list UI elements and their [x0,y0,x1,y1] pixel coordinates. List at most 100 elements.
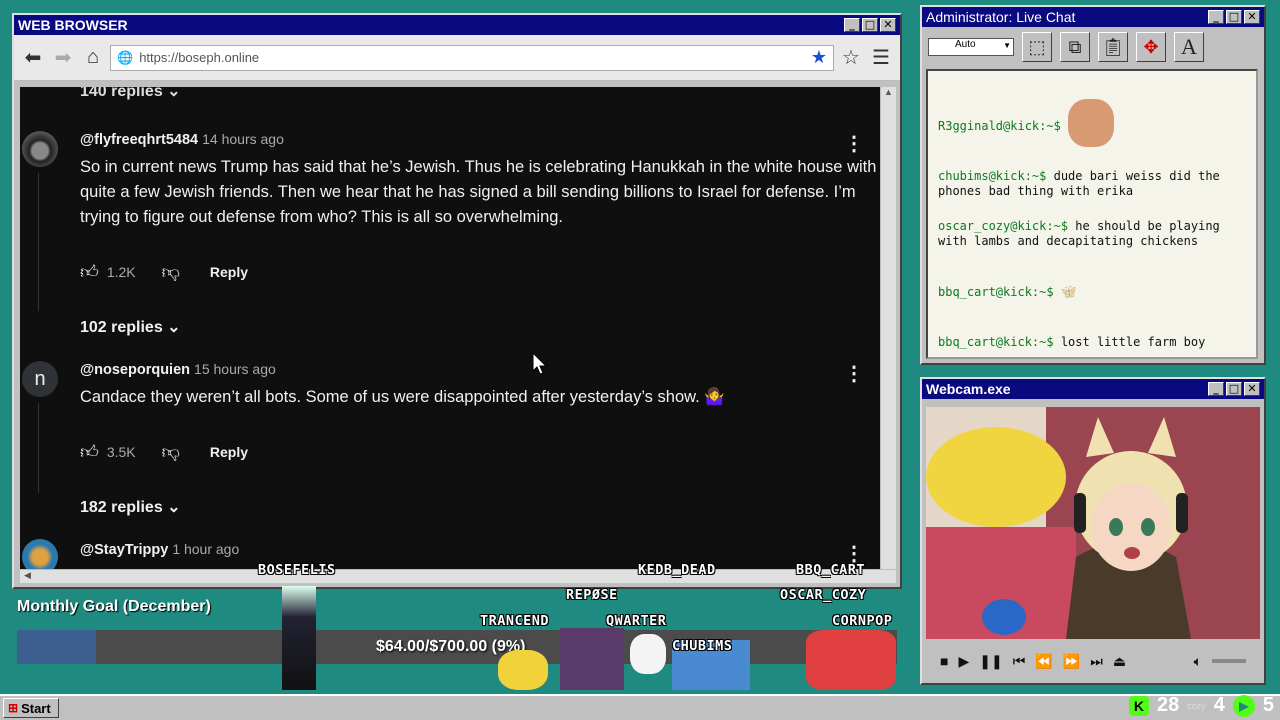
comment-text: So in current news Trump has said that h… [80,158,877,226]
play-icon[interactable]: ▶ [958,653,969,670]
play-logo-icon: ▶ [1232,694,1255,717]
minimize-button[interactable]: _ [1208,10,1224,24]
chat-text: lost little farm boy [1060,335,1206,349]
close-button[interactable]: ✕ [1244,10,1260,24]
avatar[interactable] [22,539,58,571]
vertical-scrollbar[interactable]: ▲ [880,87,896,571]
reply-button[interactable]: Reply [210,264,248,280]
back-arrow-icon[interactable]: ⬅ [20,45,46,71]
chat-log: R3gginald@kick:~$ chubims@kick:~$ dude b… [926,69,1258,359]
globe-icon: 🌐 [117,49,134,65]
scroll-left-icon[interactable]: ◀ [20,570,31,580]
stop-icon[interactable]: ■ [940,653,948,669]
reply-button[interactable]: Reply [210,444,248,460]
viewer-name: CHUBIMS [672,638,733,654]
more-options-icon[interactable]: ⋮ [844,361,864,386]
viewer-sprite [498,650,548,690]
browser-toolbar: ⬅ ➡ ⌂ 🌐 https://boseph.online ★ ☆ ☰ [14,35,900,81]
viewer-name: OSCAR_COZY [780,587,867,603]
start-button[interactable]: ⊞ Start [3,698,59,718]
viewer-name: BBQ_CART [796,562,866,578]
chat-titlebar[interactable]: Administrator: Live Chat _ □ ✕ [922,7,1264,27]
rewind-icon[interactable]: ⏪ [1035,653,1052,670]
comment-time: 14 hours ago [202,131,284,147]
kick-logo-icon: K [1128,695,1149,716]
replies-toggle[interactable]: 182 replies ⌄ [80,497,181,517]
like-count: 3.5K [106,444,136,460]
chat-toolbar: Auto ▼ ⬚ ⧉ 📋︎ ✥ A [922,27,1264,67]
like-icon[interactable]: 👍︎ [80,441,99,463]
menu-icon[interactable]: ☰ [868,45,894,71]
font-size-select[interactable]: Auto ▼ [928,38,1014,56]
comment-time: 1 hour ago [172,541,240,557]
eject-icon[interactable]: ⏏ [1113,653,1126,670]
comment-author[interactable]: @noseporquien 15 hours ago [80,361,276,378]
address-bar[interactable]: 🌐 https://boseph.online ★ [110,44,834,71]
copy-icon[interactable]: ⧉ [1060,32,1090,62]
browser-titlebar[interactable]: WEB BROWSER _ □ ✕ [14,15,900,35]
taskbar: ⊞ Start K 28 cozy 4 ▶ 5 [0,694,1280,720]
avatar[interactable] [22,131,58,167]
pause-icon[interactable]: ❚❚ [979,653,1002,670]
volume-icon[interactable]: 🔈︎ [1194,653,1202,670]
webcam-window: Webcam.exe _ □ ✕ ■ ▶ ❚❚ ⏮ ⏪ ⏩ ⏭ ⏏ 🔈︎ [920,377,1266,685]
replies-toggle[interactable]: 102 replies ⌄ [80,317,181,337]
skip-back-icon[interactable]: ⏮ [1013,653,1026,670]
chat-message: chubims@kick:~$ dude bari weiss did the … [938,169,1238,199]
chat-message: bbq_cart@kick:~$ 🦋︎ [938,285,1238,300]
dislike-icon[interactable]: 👎︎ [162,441,180,463]
viewer-name: CORNPOP [832,613,893,629]
skip-forward-icon[interactable]: ⏭ [1090,653,1103,670]
browser-window: WEB BROWSER _ □ ✕ ⬅ ➡ ⌂ 🌐 https://boseph… [12,13,902,589]
close-button[interactable]: ✕ [880,18,896,32]
comment-text: Candace they weren’t all bots. Some of u… [80,388,725,406]
thread-line [38,173,39,311]
chat-title: Administrator: Live Chat [926,9,1076,25]
goal-amount: $64.00/$700.00 (9%) [376,638,526,655]
maximize-button[interactable]: □ [862,18,878,32]
select-region-icon[interactable]: ⬚ [1022,32,1052,62]
paste-icon[interactable]: 📋︎ [1098,32,1128,62]
comment-author[interactable]: @flyfreeqhrt5484 14 hours ago [80,131,284,148]
forward-arrow-icon[interactable]: ➡ [50,45,76,71]
chat-message: oscar_cozy@kick:~$ he should be playing … [938,219,1238,249]
webcam-title: Webcam.exe [926,381,1011,397]
minimize-button[interactable]: _ [1208,382,1224,396]
favorites-star-icon[interactable]: ☆ [838,45,864,71]
bookmark-star-icon[interactable]: ★ [811,47,827,68]
comment-actions: 👍︎ 1.2K 👎︎ Reply [80,261,248,283]
more-options-icon[interactable]: ⋮ [844,131,864,156]
close-button[interactable]: ✕ [1244,382,1260,396]
comment-time: 15 hours ago [194,361,276,377]
fast-forward-icon[interactable]: ⏩ [1063,653,1080,670]
font-icon[interactable]: A [1174,32,1204,62]
webcam-titlebar[interactable]: Webcam.exe _ □ ✕ [922,379,1264,399]
viewer-sprite [630,634,666,674]
like-icon[interactable]: 👍︎ [80,261,99,283]
chat-user: R3gginald@kick:~$ [938,119,1061,133]
kick-viewer-count: 28 [1156,694,1180,716]
maximize-button[interactable]: □ [1226,382,1242,396]
replies-toggle-top[interactable]: 140 replies ⌄ [80,87,181,101]
system-tray: K 28 cozy 4 ▶ 5 [1128,694,1274,717]
select-value: Auto [955,39,976,50]
goal-progress-fill [17,630,97,664]
move-icon[interactable]: ✥ [1136,32,1166,62]
home-icon[interactable]: ⌂ [80,45,106,71]
volume-slider[interactable] [1212,659,1246,663]
comment-author[interactable]: @StayTrippy 1 hour ago [80,541,239,558]
viewer-name: KEDB_DEAD [638,562,716,578]
scroll-up-icon[interactable]: ▲ [881,87,896,101]
chat-user: bbq_cart@kick:~$ [938,335,1054,349]
viewer-name: REPØSE [566,587,618,603]
like-count: 1.2K [106,264,136,280]
avatar[interactable]: n [22,361,58,397]
viewer-count-left: 4 [1213,694,1225,716]
author-handle: @StayTrippy [80,542,169,558]
maximize-button[interactable]: □ [1226,10,1242,24]
chat-user: oscar_cozy@kick:~$ [938,219,1069,233]
viewer-sprite [282,586,316,690]
horizontal-scrollbar[interactable]: ◀ [20,569,896,583]
minimize-button[interactable]: _ [844,18,860,32]
dislike-icon[interactable]: 👎︎ [162,261,180,283]
